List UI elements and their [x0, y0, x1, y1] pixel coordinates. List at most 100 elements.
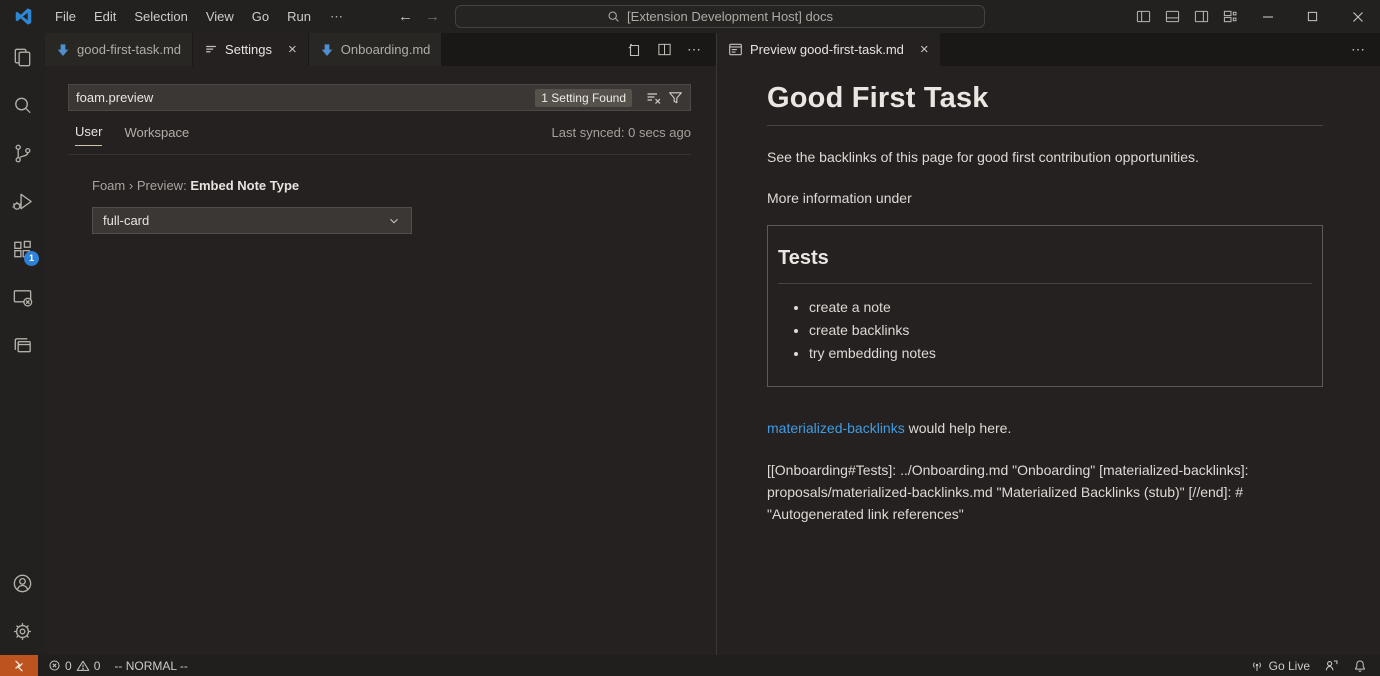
list-item: try embedding notes — [809, 345, 1312, 361]
go-live-label: Go Live — [1269, 659, 1310, 673]
forward-arrow-button[interactable]: → — [425, 8, 440, 25]
scope-tab-user[interactable]: User — [75, 124, 102, 146]
run-debug-icon[interactable] — [0, 177, 45, 225]
scope-tab-workspace[interactable]: Workspace — [124, 125, 189, 146]
vim-mode-indicator: -- NORMAL -- — [109, 655, 193, 676]
toggle-panel-icon[interactable] — [1158, 0, 1187, 33]
embedded-note-card: Tests create a note create backlinks try… — [767, 225, 1323, 387]
extensions-icon[interactable]: 1 — [0, 225, 45, 273]
error-count: 0 — [65, 659, 72, 673]
setting-name: Embed Note Type — [190, 178, 299, 193]
feedback-person-icon — [1324, 658, 1339, 673]
filter-funnel-icon[interactable] — [668, 90, 683, 105]
vim-mode-label: -- NORMAL -- — [114, 659, 188, 673]
toggle-sidebar-icon[interactable] — [1129, 0, 1158, 33]
extensions-badge: 1 — [24, 251, 39, 266]
menu-run[interactable]: Run — [278, 0, 320, 33]
go-live-button[interactable]: Go Live — [1245, 655, 1315, 676]
menu-edit[interactable]: Edit — [85, 0, 125, 33]
maximize-button[interactable] — [1290, 0, 1335, 33]
embedded-note-list: create a note create backlinks try embed… — [778, 299, 1312, 361]
menu-bar: File Edit Selection View Go Run ⋯ — [46, 0, 354, 33]
command-center-text: [Extension Development Host] docs — [627, 9, 833, 24]
preview-paragraph-1: See the backlinks of this page for good … — [767, 149, 1337, 165]
preview-heading: Good First Task — [767, 82, 1323, 126]
menu-overflow-button[interactable]: ⋯ — [320, 0, 354, 33]
title-bar: File Edit Selection View Go Run ⋯ ← → [E… — [0, 0, 1380, 33]
remote-indicator-button[interactable] — [0, 655, 38, 676]
tabstrip-right: Preview good-first-task.md × ⋯ — [717, 33, 1380, 66]
tab-good-first-task[interactable]: good-first-task.md — [45, 33, 192, 66]
settings-search-input[interactable] — [76, 90, 535, 105]
setting-embed-note-type: Foam › Preview: Embed Note Type full-car… — [92, 178, 412, 234]
tab-label: Onboarding.md — [341, 42, 431, 57]
list-item: create backlinks — [809, 322, 1312, 338]
tab-onboarding[interactable]: Onboarding.md — [309, 33, 442, 66]
accounts-icon[interactable] — [0, 559, 45, 607]
settings-editor: 1 Setting Found User Workspace Last sync… — [45, 66, 716, 655]
markdown-file-icon — [56, 43, 70, 57]
back-arrow-button[interactable]: ← — [398, 8, 413, 25]
close-window-button[interactable] — [1335, 0, 1380, 33]
editor-area: good-first-task.md Settings × Onboarding… — [45, 33, 1380, 655]
remote-explorer-icon[interactable] — [0, 273, 45, 321]
markdown-preview: Good First Task See the backlinks of thi… — [717, 66, 1380, 655]
source-control-icon[interactable] — [0, 129, 45, 177]
error-icon — [48, 659, 61, 672]
tab-label: good-first-task.md — [77, 42, 181, 57]
tab-preview[interactable]: Preview good-first-task.md × — [717, 33, 940, 66]
list-item: create a note — [809, 299, 1312, 315]
link-references-text: [[Onboarding#Tests]: ../Onboarding.md "O… — [767, 459, 1327, 525]
preview-icon — [728, 42, 743, 57]
history-nav: ← → — [398, 0, 440, 33]
split-editor-icon[interactable] — [657, 42, 672, 57]
customize-layout-icon[interactable] — [1216, 0, 1245, 33]
settings-list-icon — [204, 43, 218, 57]
more-actions-icon[interactable]: ⋯ — [687, 41, 702, 58]
menu-go[interactable]: Go — [243, 0, 278, 33]
tab-label: Settings — [225, 42, 272, 57]
tabstrip-left: good-first-task.md Settings × Onboarding… — [45, 33, 716, 66]
close-tab-icon[interactable]: × — [920, 42, 929, 57]
search-view-icon[interactable] — [0, 81, 45, 129]
search-icon — [607, 10, 620, 23]
menu-selection[interactable]: Selection — [125, 0, 196, 33]
status-bar: 0 0 -- NORMAL -- Go Live — [0, 655, 1380, 676]
editor-actions-right: ⋯ — [1351, 33, 1380, 66]
feedback-button[interactable] — [1319, 655, 1344, 676]
setting-separator: › — [129, 178, 133, 193]
embedded-note-heading: Tests — [778, 247, 1312, 284]
bell-icon — [1353, 659, 1367, 673]
notifications-bell-button[interactable] — [1348, 655, 1372, 676]
explorer-icon[interactable] — [0, 33, 45, 81]
open-settings-json-icon[interactable] — [626, 42, 642, 58]
windows-stack-icon[interactable] — [0, 321, 45, 369]
tab-settings[interactable]: Settings × — [193, 33, 308, 66]
problems-group[interactable]: 0 0 — [48, 659, 100, 673]
toggle-secondary-sidebar-icon[interactable] — [1187, 0, 1216, 33]
settings-result-count: 1 Setting Found — [535, 89, 632, 107]
clear-filters-icon[interactable] — [646, 90, 662, 106]
more-actions-icon[interactable]: ⋯ — [1351, 41, 1366, 58]
embed-note-type-select[interactable]: full-card — [92, 207, 412, 234]
menu-file[interactable]: File — [46, 0, 85, 33]
warning-count: 0 — [94, 659, 101, 673]
vscode-logo-icon — [0, 8, 46, 25]
setting-title: Foam › Preview: Embed Note Type — [92, 178, 412, 193]
editor-group-left: good-first-task.md Settings × Onboarding… — [45, 33, 716, 655]
markdown-file-icon — [320, 43, 334, 57]
broadcast-icon — [1250, 659, 1264, 673]
tab-label: Preview good-first-task.md — [750, 42, 904, 57]
warning-icon — [76, 659, 90, 673]
materialized-backlinks-link[interactable]: materialized-backlinks — [767, 420, 905, 436]
scope-divider — [68, 154, 691, 155]
minimize-button[interactable] — [1245, 0, 1290, 33]
last-synced-label: Last synced: 0 secs ago — [552, 125, 691, 146]
backlink-line: materialized-backlinks would help here. — [767, 420, 1337, 436]
close-tab-icon[interactable]: × — [288, 42, 297, 57]
command-center-search[interactable]: [Extension Development Host] docs — [455, 5, 985, 28]
select-value: full-card — [103, 213, 149, 228]
menu-view[interactable]: View — [197, 0, 243, 33]
settings-gear-icon[interactable] — [0, 607, 45, 655]
backlink-tail: would help here. — [905, 420, 1012, 436]
